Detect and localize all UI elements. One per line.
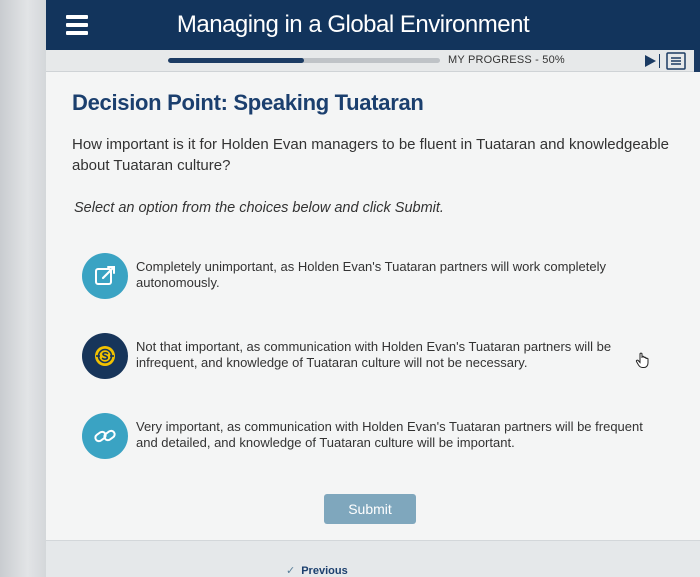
- app-window: Managing in a Global Environment MY PROG…: [46, 0, 700, 577]
- option-3[interactable]: Very important, as communication with Ho…: [82, 413, 662, 463]
- toolbar-divider: [659, 54, 660, 68]
- progress-bar: [168, 58, 440, 63]
- submit-button[interactable]: Submit: [324, 494, 416, 524]
- footer-bar: [46, 540, 700, 577]
- instruction-text: Select an option from the choices below …: [74, 200, 444, 216]
- option-1-circle: [82, 253, 128, 299]
- page-title: Managing in a Global Environment: [176, 11, 530, 38]
- option-3-circle: [82, 413, 128, 459]
- progress-strip: MY PROGRESS - 50%: [46, 50, 700, 72]
- play-icon[interactable]: [642, 53, 658, 69]
- right-edge: [694, 50, 700, 72]
- link-icon: [94, 429, 116, 443]
- progress-label: MY PROGRESS - 50%: [448, 54, 565, 66]
- left-bezel: [0, 0, 46, 577]
- option-2-text: Not that important, as communication wit…: [136, 339, 612, 370]
- hand-cursor-icon: [635, 352, 649, 368]
- option-1[interactable]: Completely unimportant, as Holden Evan's…: [82, 253, 662, 303]
- main-content: Decision Point: Speaking Tuataran How im…: [46, 72, 700, 577]
- question-text: How important is it for Holden Evan mana…: [72, 136, 670, 174]
- money-icon: [95, 346, 115, 366]
- progress-bar-fill: [168, 58, 304, 63]
- option-1-text: Completely unimportant, as Holden Evan's…: [136, 259, 606, 290]
- edit-icon: [95, 266, 115, 285]
- option-2[interactable]: Not that important, as communication wit…: [82, 333, 662, 383]
- header-bar: Managing in a Global Environment: [46, 0, 700, 50]
- check-icon: ✓: [286, 565, 296, 577]
- option-3-text: Very important, as communication with Ho…: [136, 419, 643, 450]
- section-title: Decision Point: Speaking Tuataran: [72, 90, 424, 115]
- previous-label: Previous: [301, 565, 348, 577]
- previous-link[interactable]: ✓ Previous: [286, 564, 348, 577]
- option-2-circle: [82, 333, 128, 379]
- notes-icon[interactable]: [666, 52, 686, 70]
